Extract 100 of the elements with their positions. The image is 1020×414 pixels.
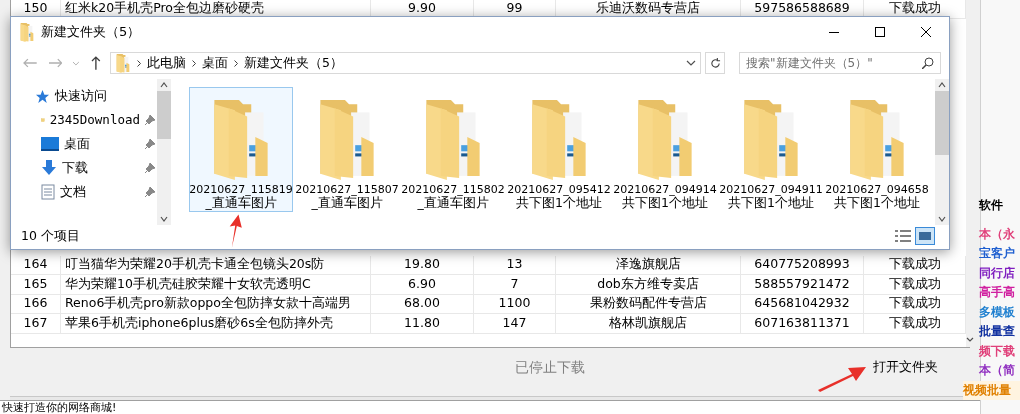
- table-cell: 167: [11, 314, 61, 333]
- up-icon[interactable]: [91, 56, 101, 70]
- side-link[interactable]: 多模板: [979, 302, 1020, 322]
- table-cell: 166: [11, 294, 61, 313]
- sidebar-item[interactable]: 文档: [60, 182, 86, 202]
- table-cell: dob东方维专卖店: [556, 275, 741, 294]
- document-icon: [41, 184, 55, 200]
- side-link[interactable]: 频下载: [979, 341, 1020, 361]
- breadcrumb[interactable]: 桌面: [202, 53, 228, 73]
- pin-icon[interactable]: [145, 163, 155, 173]
- table-cell: 13: [474, 255, 556, 274]
- pin-icon[interactable]: [145, 187, 155, 197]
- breadcrumb[interactable]: 此电脑: [147, 53, 186, 73]
- close-icon: [921, 27, 931, 37]
- open-folder-button[interactable]: 打开文件夹: [869, 357, 942, 377]
- search-icon: [922, 57, 934, 69]
- table-cell: 147: [474, 314, 556, 333]
- folder-caption: 共下图1个地址: [834, 196, 920, 210]
- chevron-icon: [137, 59, 141, 67]
- table-cell: 645681042932: [741, 294, 864, 313]
- folder-item[interactable]: 20210627_094658 共下图1个地址: [825, 87, 929, 212]
- refresh-button[interactable]: [705, 52, 726, 74]
- sidebar-scrollbar[interactable]: [157, 79, 171, 225]
- chevron-icon: [234, 59, 238, 67]
- folder-caption: 共下图1个地址: [728, 196, 814, 210]
- folder-item[interactable]: 20210627_115802 _直通车图片: [401, 87, 505, 212]
- table-cell: 165: [11, 275, 61, 294]
- scroll-up-icon[interactable]: [938, 82, 946, 88]
- chevron-icon: [192, 59, 196, 67]
- scroll-down-icon[interactable]: [966, 337, 974, 343]
- address-bar[interactable]: 此电脑 桌面 新建文件夹（5）: [110, 52, 702, 74]
- sidebar-item[interactable]: 快速访问: [55, 86, 107, 106]
- pin-icon[interactable]: [145, 115, 155, 125]
- dropdown-icon[interactable]: [686, 60, 697, 66]
- folder-name: 20210627_115819: [189, 183, 293, 196]
- folder-name: 20210627_094911: [719, 183, 823, 196]
- folder-item[interactable]: 20210627_115819 _直通车图片: [189, 87, 293, 212]
- status-text: 10 个项目: [21, 226, 80, 245]
- folder-item[interactable]: 20210627_115807 _直通车图片: [295, 87, 399, 212]
- table-cell: 1100: [474, 294, 556, 313]
- folder-name: 20210627_095412: [507, 183, 611, 196]
- side-link[interactable]: 本（简: [979, 361, 1020, 381]
- folder-caption: _直通车图片: [205, 196, 277, 210]
- side-link[interactable]: 软件: [979, 196, 1020, 216]
- table-cell: 格林凯旗舰店: [556, 314, 741, 333]
- side-link[interactable]: 宝客户: [979, 244, 1020, 264]
- table-cell: 果粉数码配件专营店: [556, 294, 741, 313]
- side-link[interactable]: 本（永: [979, 224, 1020, 244]
- table-cell: 164: [11, 255, 61, 274]
- table-cell: 19.80: [371, 255, 474, 274]
- download-status: 已停止下载: [515, 357, 585, 377]
- folder-name: 20210627_115802: [401, 183, 505, 196]
- side-link[interactable]: 高手高: [979, 283, 1020, 303]
- scroll-thumb[interactable]: [157, 91, 171, 139]
- scroll-down-icon[interactable]: [938, 216, 946, 222]
- recent-icon[interactable]: [72, 60, 81, 66]
- annotation-arrow: [818, 367, 866, 392]
- back-icon[interactable]: [23, 58, 37, 68]
- star-icon: [35, 88, 50, 104]
- table-cell: 苹果6手机壳iphone6plus磨砂6s全包防摔外壳: [61, 314, 371, 333]
- large-icons-view-icon[interactable]: [915, 227, 935, 245]
- minimize-icon: [829, 31, 839, 33]
- table-cell: 6.90: [371, 275, 474, 294]
- folder-icon: [19, 22, 35, 42]
- sidebar-item[interactable]: 2345Download: [49, 110, 140, 130]
- table-cell: 588557921472: [741, 275, 864, 294]
- desktop-icon: [41, 137, 59, 151]
- breadcrumb[interactable]: 新建文件夹（5）: [244, 53, 343, 73]
- download-icon: [41, 160, 57, 176]
- table-cell: 68.00: [371, 294, 474, 313]
- scroll-down-icon[interactable]: [160, 216, 168, 222]
- sidebar-item[interactable]: 桌面: [64, 134, 90, 154]
- folder-name: 20210627_094914: [613, 183, 717, 196]
- forward-icon[interactable]: [48, 58, 63, 68]
- annotation-arrow: [229, 214, 242, 248]
- table-cell: 607163811371: [741, 314, 864, 333]
- folder-item[interactable]: 20210627_094911 共下图1个地址: [719, 87, 823, 212]
- table-cell: 华为荣耀10手机壳硅胶荣耀十女软壳透明C: [61, 275, 371, 294]
- scroll-thumb[interactable]: [935, 91, 949, 155]
- folder-caption: _直通车图片: [311, 196, 383, 210]
- folder-caption: 共下图1个地址: [622, 196, 708, 210]
- folder-caption: _直通车图片: [417, 196, 489, 210]
- table-cell: 叮当猫华为荣耀20手机壳卡通全包镜头20s防: [61, 255, 371, 274]
- search-field[interactable]: 搜索"新建文件夹（5）": [739, 52, 941, 74]
- table-cell: 640775208993: [741, 255, 864, 274]
- footer-text: 快速打造你的网络商城!: [1, 401, 117, 414]
- pin-icon[interactable]: [145, 139, 155, 149]
- maximize-icon: [875, 27, 885, 37]
- scroll-up-icon[interactable]: [160, 82, 168, 88]
- folder-item[interactable]: 20210627_094914 共下图1个地址: [613, 87, 717, 212]
- details-view-icon[interactable]: [895, 229, 911, 243]
- side-link[interactable]: 同行店: [979, 263, 1020, 283]
- folder-item[interactable]: 20210627_095412 共下图1个地址: [507, 87, 611, 212]
- table-cell: 11.80: [371, 314, 474, 333]
- content-scrollbar[interactable]: [935, 79, 949, 225]
- table-cell: 泽逸旗舰店: [556, 255, 741, 274]
- side-link[interactable]: 批量查: [979, 322, 1020, 342]
- scrollbar[interactable]: [966, 0, 974, 347]
- folder-caption: 共下图1个地址: [516, 196, 602, 210]
- sidebar-item[interactable]: 下载: [62, 158, 88, 178]
